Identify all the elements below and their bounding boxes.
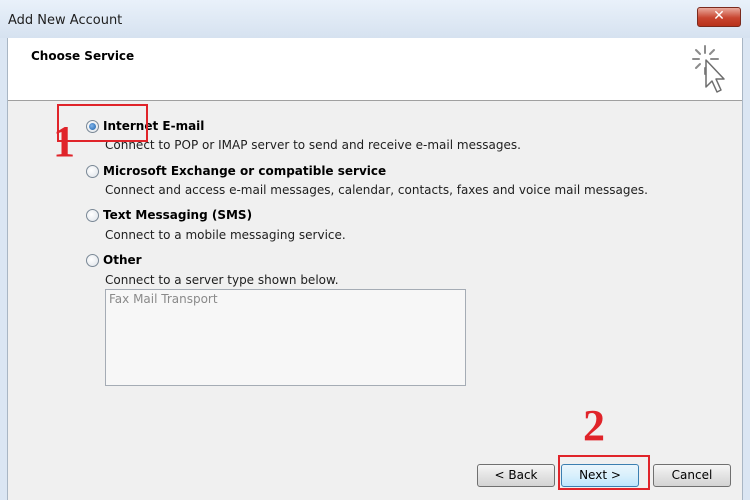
window-title: Add New Account <box>8 13 123 28</box>
back-button[interactable]: < Back <box>477 464 555 487</box>
other-label[interactable]: Other <box>103 253 142 267</box>
title-bar: Add New Account ✕ <box>0 0 750 38</box>
other-radio[interactable] <box>86 254 99 267</box>
annotation-box-step2 <box>558 455 650 490</box>
exchange-radio[interactable] <box>86 165 99 178</box>
annotation-number-step2: 2 <box>583 401 605 450</box>
close-icon: ✕ <box>713 8 725 24</box>
sms-label[interactable]: Text Messaging (SMS) <box>103 208 252 222</box>
annotation-number-step1: 1 <box>53 117 75 166</box>
internet-email-description: Connect to POP or IMAP server to send an… <box>105 138 521 152</box>
list-item[interactable]: Fax Mail Transport <box>109 292 218 306</box>
cancel-button[interactable]: Cancel <box>653 464 731 487</box>
exchange-label[interactable]: Microsoft Exchange or compatible service <box>103 164 386 178</box>
close-button[interactable]: ✕ <box>697 7 741 27</box>
server-type-listbox[interactable]: Fax Mail Transport <box>105 289 466 386</box>
exchange-description: Connect and access e-mail messages, cale… <box>105 183 648 197</box>
wizard-cursor-icon <box>692 45 725 93</box>
sms-radio[interactable] <box>86 209 99 222</box>
other-description: Connect to a server type shown below. <box>105 273 339 287</box>
wizard-header: Choose Service <box>8 38 742 101</box>
sms-description: Connect to a mobile messaging service. <box>105 228 346 242</box>
page-title: Choose Service <box>31 49 135 63</box>
add-new-account-dialog: Add New Account ✕ Choose Service Interne… <box>0 0 750 500</box>
